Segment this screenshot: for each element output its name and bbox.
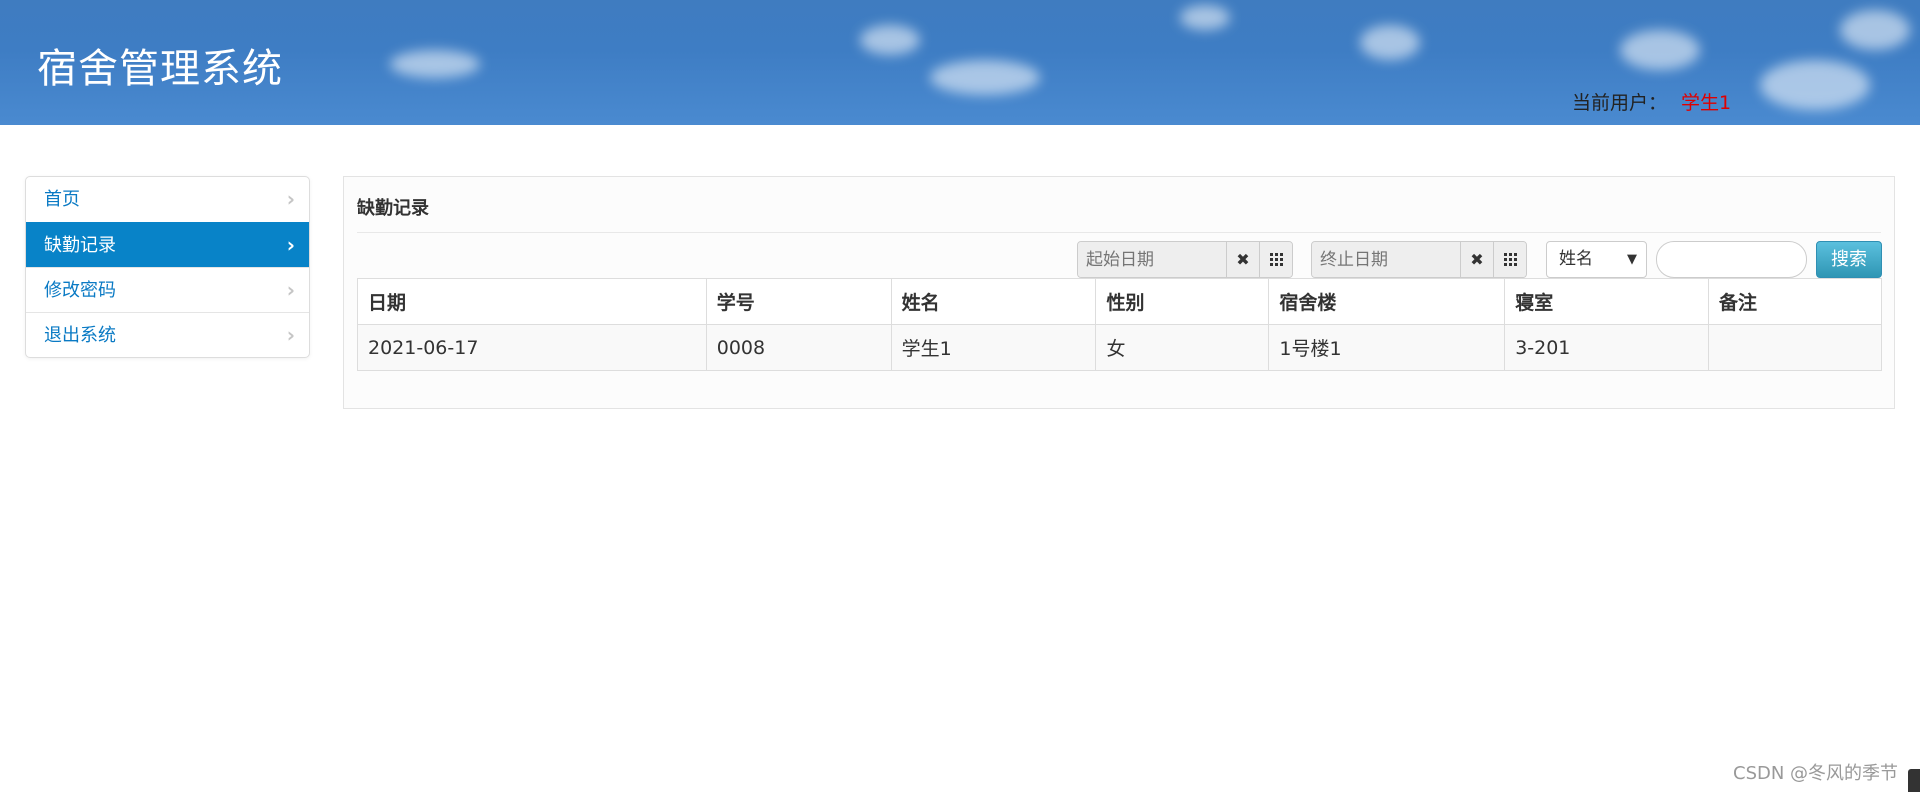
cloud-decoration	[860, 25, 920, 55]
sidebar-nav: 首页 › 缺勤记录 › 修改密码 › 退出系统 ›	[25, 176, 310, 358]
column-header-room: 寝室	[1504, 278, 1710, 325]
search-input[interactable]	[1656, 241, 1807, 278]
cloud-decoration	[1360, 25, 1420, 60]
absence-table: 日期 学号 姓名 性别 宿舍楼 寝室 备注 2021-06-17 0008 学生…	[357, 278, 1882, 371]
cloud-decoration	[1760, 60, 1870, 110]
cloud-decoration	[390, 50, 480, 78]
chevron-right-icon: ›	[286, 187, 295, 211]
header-banner: 宿舍管理系统 当前用户： 学生1	[0, 0, 1920, 125]
sidebar-item-label: 首页	[44, 189, 80, 210]
calendar-grid-icon	[1269, 253, 1283, 266]
calendar-grid-icon	[1503, 253, 1517, 266]
cell-gender: 女	[1095, 324, 1270, 371]
cell-room: 3-201	[1504, 324, 1710, 371]
absence-records-panel: 缺勤记录 ✖ ✖ 姓名 ▼ 搜索 日期 学号 姓名 性别 宿舍楼	[343, 176, 1895, 409]
table-header-row: 日期 学号 姓名 性别 宿舍楼 寝室 备注	[357, 278, 1882, 325]
current-user-name: 学生1	[1681, 92, 1732, 114]
start-date-calendar-button[interactable]	[1259, 242, 1292, 277]
search-field-selected-value: 姓名	[1559, 249, 1593, 269]
search-button[interactable]: 搜索	[1816, 241, 1882, 278]
sidebar-item-logout[interactable]: 退出系统 ›	[26, 312, 309, 357]
table-row: 2021-06-17 0008 学生1 女 1号楼1 3-201	[357, 324, 1882, 371]
sidebar-item-label: 退出系统	[44, 325, 116, 346]
column-header-building: 宿舍楼	[1268, 278, 1506, 325]
end-date-group: ✖	[1311, 241, 1527, 278]
start-date-input[interactable]	[1078, 242, 1226, 277]
column-header-student-id: 学号	[705, 278, 892, 325]
cloud-decoration	[1180, 5, 1230, 30]
current-user-label: 当前用户：	[1572, 92, 1668, 114]
cloud-decoration	[1620, 30, 1700, 70]
column-header-remarks: 备注	[1708, 278, 1882, 325]
cell-building: 1号楼1	[1268, 324, 1506, 371]
cell-remarks	[1708, 324, 1882, 371]
chevron-right-icon: ›	[286, 323, 295, 347]
end-date-calendar-button[interactable]	[1493, 242, 1526, 277]
sidebar-item-label: 缺勤记录	[44, 235, 116, 256]
app-title: 宿舍管理系统	[37, 46, 283, 92]
column-header-gender: 性别	[1095, 278, 1270, 325]
sidebar-item-label: 修改密码	[44, 280, 116, 301]
divider	[357, 232, 1881, 233]
sidebar-item-absence-records[interactable]: 缺勤记录 ›	[26, 222, 309, 267]
start-date-group: ✖	[1077, 241, 1293, 278]
cell-student-id: 0008	[705, 324, 892, 371]
cell-date: 2021-06-17	[357, 324, 707, 371]
chevron-right-icon: ›	[286, 278, 295, 302]
search-field-select[interactable]: 姓名 ▼	[1546, 241, 1647, 278]
end-date-input[interactable]	[1312, 242, 1460, 277]
watermark-text: CSDN @冬风的季节	[1733, 763, 1899, 784]
cloud-decoration	[930, 60, 1040, 95]
column-header-date: 日期	[357, 278, 707, 325]
chevron-right-icon: ›	[286, 233, 295, 257]
clear-start-date-button[interactable]: ✖	[1226, 242, 1259, 277]
clear-end-date-button[interactable]: ✖	[1460, 242, 1493, 277]
sidebar-item-change-password[interactable]: 修改密码 ›	[26, 267, 309, 312]
sidebar-item-home[interactable]: 首页 ›	[26, 177, 309, 222]
panel-title: 缺勤记录	[357, 198, 429, 219]
current-user-area: 当前用户： 学生1	[1572, 88, 1731, 115]
corner-decoration	[1908, 769, 1920, 792]
close-icon: ✖	[1236, 250, 1250, 269]
column-header-name: 姓名	[890, 278, 1097, 325]
close-icon: ✖	[1470, 250, 1484, 269]
cloud-decoration	[1840, 10, 1910, 50]
chevron-down-icon: ▼	[1627, 252, 1637, 267]
cell-name: 学生1	[890, 324, 1097, 371]
